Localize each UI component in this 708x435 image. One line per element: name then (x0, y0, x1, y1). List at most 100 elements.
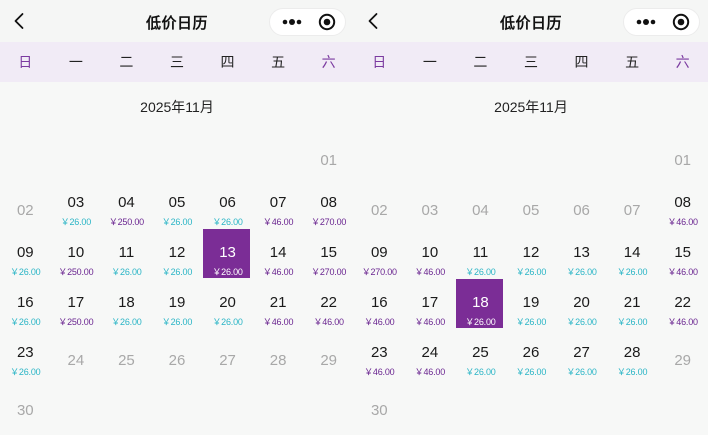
day-cell[interactable]: 22 ￥46.00 (303, 279, 354, 329)
day-price: ￥26.00 (616, 367, 648, 377)
day-number: 16 (370, 294, 388, 311)
day-cell[interactable]: 11 ￥26.00 (101, 229, 152, 279)
day-cell[interactable]: 04 ￥250.00 (101, 179, 152, 229)
day-number: 16 (16, 294, 34, 311)
day-cell: 28 (253, 329, 304, 379)
day-cell[interactable]: 17 ￥250.00 (51, 279, 102, 329)
empty-cell (455, 129, 506, 179)
empty-cell (354, 129, 405, 179)
day-number: 18 (472, 294, 489, 311)
day-price: ￥46.00 (313, 317, 344, 327)
day-number: 14 (269, 244, 287, 261)
day-cell[interactable]: 24 ￥46.00 (405, 329, 456, 379)
day-price: ￥26.00 (515, 317, 547, 327)
day-cell: 03 (405, 179, 456, 229)
day-cell[interactable]: 14 ￥46.00 (253, 229, 304, 279)
day-cell: 27 (202, 329, 253, 379)
day-cell[interactable]: 15 ￥46.00 (657, 229, 708, 279)
day-price: ￥270.00 (311, 217, 347, 227)
day-cell[interactable]: 12 ￥26.00 (506, 229, 557, 279)
day-cell[interactable]: 11 ￥26.00 (455, 229, 506, 279)
day-number: 02 (16, 202, 34, 219)
day-cell[interactable]: 19 ￥26.00 (506, 279, 557, 329)
day-cell[interactable]: 06 ￥26.00 (202, 179, 253, 229)
day-price: ￥26.00 (212, 267, 243, 277)
weekday-thu: 四 (220, 54, 235, 70)
day-number: 05 (522, 202, 540, 219)
day-price: ￥46.00 (364, 367, 395, 377)
day-cell[interactable]: 23 ￥26.00 (0, 329, 51, 379)
day-cell[interactable]: 13 ￥26.00 (556, 229, 607, 279)
day-number: 26 (168, 352, 186, 369)
day-cell[interactable]: 10 ￥250.00 (51, 229, 102, 279)
day-number: 24 (67, 352, 85, 369)
day-price: ￥26.00 (10, 267, 41, 277)
weekday-thu: 四 (574, 54, 589, 70)
day-number: 09 (16, 244, 34, 261)
day-number: 09 (370, 244, 388, 261)
day-cell[interactable]: 21 ￥46.00 (253, 279, 304, 329)
day-cell[interactable]: 20 ￥26.00 (556, 279, 607, 329)
day-cell[interactable]: 03 ￥26.00 (51, 179, 102, 229)
day-cell[interactable]: 21 ￥26.00 (607, 279, 658, 329)
empty-cell (506, 129, 557, 179)
day-number: 29 (320, 352, 337, 369)
more-button[interactable] (277, 11, 307, 33)
day-cell[interactable]: 09 ￥26.00 (0, 229, 51, 279)
day-cell[interactable]: 08 ￥270.00 (303, 179, 354, 229)
month-label: 2025年11月 (494, 99, 568, 115)
day-price: ￥46.00 (262, 267, 294, 277)
day-number: 21 (269, 294, 287, 311)
day-number: 28 (269, 352, 287, 369)
weekday-sun: 日 (18, 54, 33, 70)
day-cell-selected[interactable]: 18 ￥26.00 (455, 279, 506, 329)
close-button[interactable] (314, 11, 340, 33)
day-number: 20 (573, 294, 590, 311)
day-cell: 26 (152, 329, 203, 379)
day-cell: 05 (506, 179, 557, 229)
day-price: ￥26.00 (212, 317, 243, 327)
more-button[interactable] (631, 11, 661, 33)
close-button[interactable] (668, 11, 694, 33)
day-cell[interactable]: 15 ￥270.00 (303, 229, 354, 279)
day-cell[interactable]: 16 ￥26.00 (0, 279, 51, 329)
day-cell[interactable]: 08 ￥46.00 (657, 179, 708, 229)
day-price: ￥250.00 (58, 317, 94, 327)
day-number: 05 (168, 194, 186, 211)
day-price: ￥46.00 (414, 317, 446, 327)
day-cell[interactable]: 19 ￥26.00 (152, 279, 203, 329)
day-cell[interactable]: 27 ￥26.00 (556, 329, 607, 379)
day-cell[interactable]: 17 ￥46.00 (405, 279, 456, 329)
day-price: ￥270.00 (311, 267, 347, 277)
day-cell[interactable]: 28 ￥26.00 (607, 329, 658, 379)
month-label: 2025年11月 (140, 99, 214, 115)
day-price: ￥26.00 (616, 317, 648, 327)
day-number: 13 (573, 244, 590, 261)
day-price: ￥26.00 (10, 317, 41, 327)
day-cell[interactable]: 12 ￥26.00 (152, 229, 203, 279)
empty-cell (607, 129, 658, 179)
day-cell[interactable]: 23 ￥46.00 (354, 329, 405, 379)
day-cell[interactable]: 09 ￥270.00 (354, 229, 405, 279)
day-cell[interactable]: 22 ￥46.00 (657, 279, 708, 329)
day-cell: 06 (556, 179, 607, 229)
day-cell[interactable]: 07 ￥46.00 (253, 179, 304, 229)
day-number: 07 (623, 202, 641, 219)
day-cell[interactable]: 10 ￥46.00 (405, 229, 456, 279)
weekday-sat: 六 (675, 54, 690, 70)
day-cell[interactable]: 05 ￥26.00 (152, 179, 203, 229)
day-cell[interactable]: 26 ￥26.00 (506, 329, 557, 379)
day-cell[interactable]: 20 ￥26.00 (202, 279, 253, 329)
day-number: 22 (674, 294, 691, 311)
day-cell[interactable]: 25 ￥26.00 (455, 329, 506, 379)
day-cell[interactable]: 18 ￥26.00 (101, 279, 152, 329)
weekday-fri: 五 (625, 54, 640, 70)
weekday-fri: 五 (271, 54, 286, 70)
day-number: 17 (421, 294, 439, 311)
day-cell: 30 (0, 379, 51, 435)
day-cell[interactable]: 14 ￥26.00 (607, 229, 658, 279)
day-cell-selected[interactable]: 13 ￥26.00 (202, 229, 253, 279)
day-price: ￥26.00 (566, 317, 597, 327)
day-cell[interactable]: 16 ￥46.00 (354, 279, 405, 329)
empty-cell (202, 129, 253, 179)
